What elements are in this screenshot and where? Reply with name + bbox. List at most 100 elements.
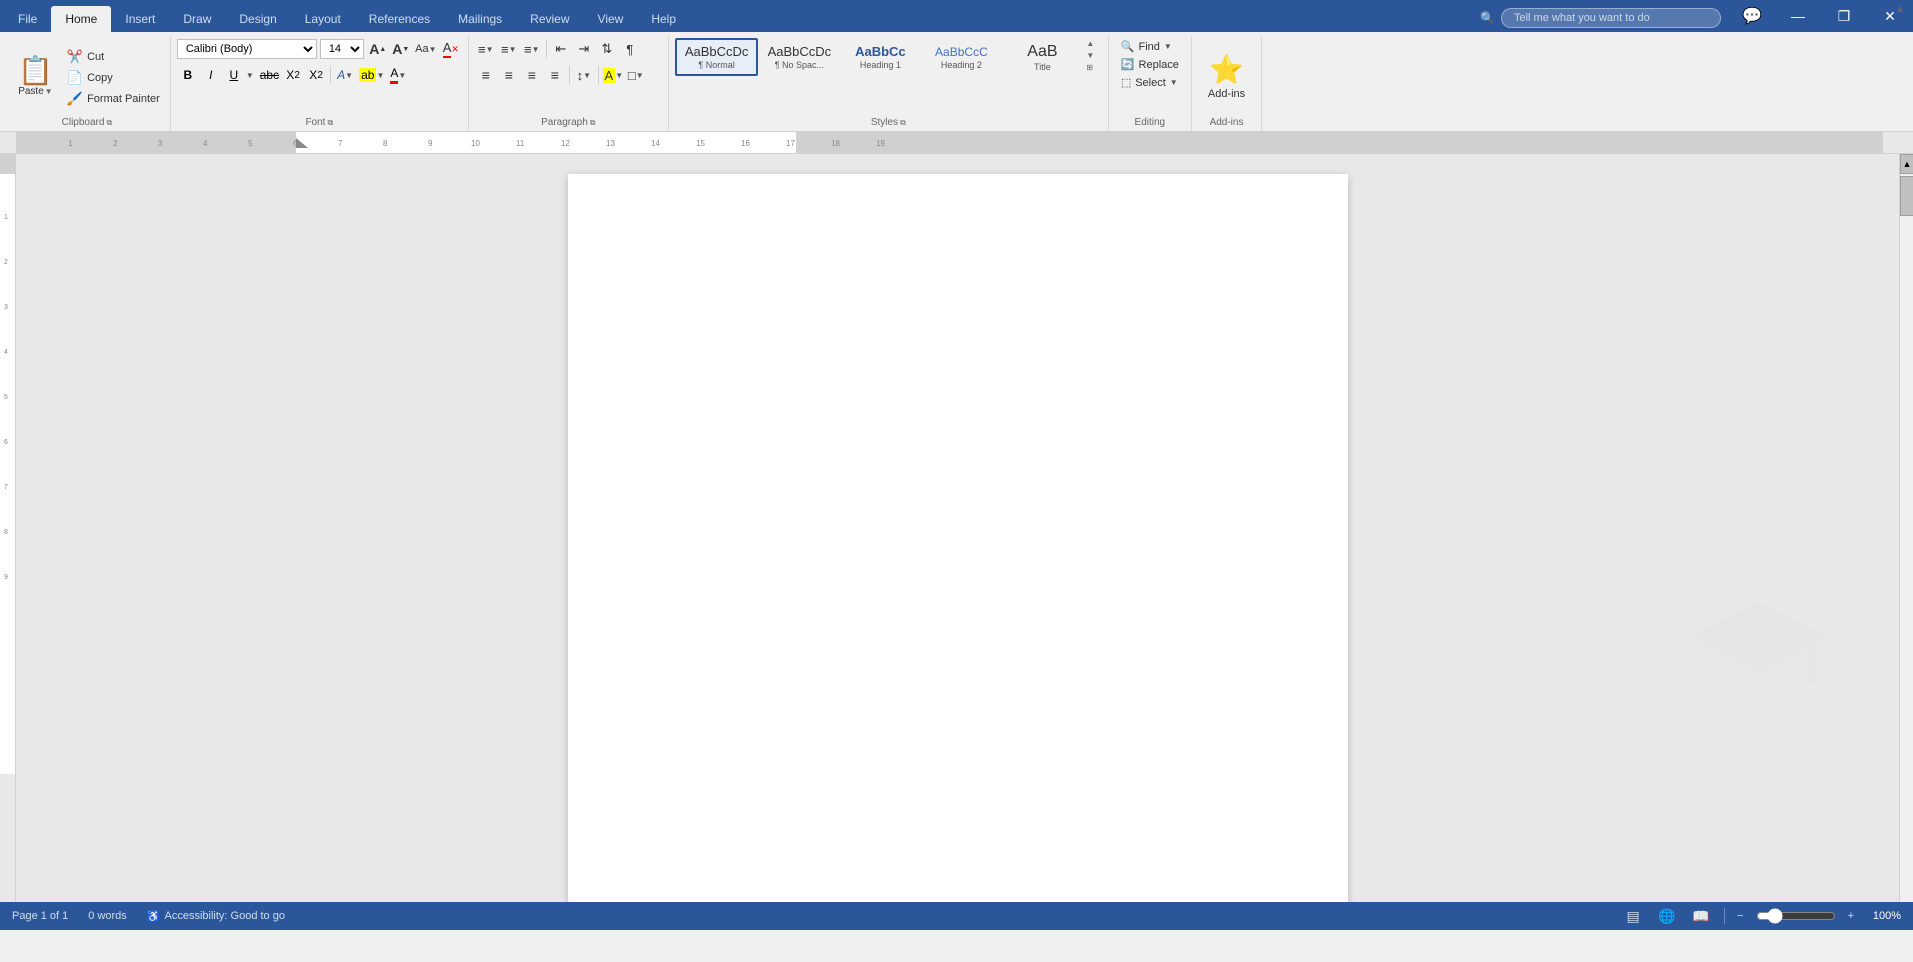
tab-home[interactable]: Home (51, 6, 111, 33)
svg-text:3: 3 (158, 139, 163, 148)
style-no-spacing[interactable]: AaBbCcDc ¶ No Spac... (759, 40, 839, 74)
styles-scroll-down[interactable]: ▼ (1084, 50, 1096, 61)
grow-font-button[interactable]: A▲ (367, 38, 389, 60)
paste-button[interactable]: 📋 Paste ▼ (10, 53, 61, 101)
style-normal[interactable]: AaBbCcDc ¶ Normal (675, 38, 759, 76)
minimize-button[interactable]: — (1775, 0, 1821, 32)
tab-layout[interactable]: Layout (291, 6, 355, 33)
document-area[interactable]: P (16, 154, 1899, 902)
search-icon: 🔍 (1480, 11, 1495, 25)
tab-view[interactable]: View (584, 6, 638, 33)
line-spacing-button[interactable]: ↕▼ (573, 64, 595, 86)
tab-review[interactable]: Review (516, 6, 583, 33)
justify-button[interactable]: ≡ (544, 64, 566, 86)
zoom-out-icon[interactable]: − (1737, 910, 1743, 922)
underline-button[interactable]: U (223, 64, 245, 86)
svg-text:3: 3 (4, 304, 8, 311)
cut-icon: ✂️ (67, 49, 83, 65)
underline-dropdown[interactable]: ▼ (246, 71, 254, 80)
svg-text:5: 5 (248, 139, 253, 148)
scroll-up-button[interactable]: ▲ (1900, 154, 1913, 174)
shrink-font-button[interactable]: A▼ (390, 38, 412, 60)
styles-expand-icon[interactable]: ⧉ (900, 118, 906, 128)
accessibility-icon: ♿ (147, 910, 161, 923)
show-marks-button[interactable]: ¶ (619, 38, 641, 60)
align-right-button[interactable]: ≡ (521, 64, 543, 86)
bold-button[interactable]: B (177, 64, 199, 86)
sort-button[interactable]: ⇅ (596, 38, 618, 60)
subscript-button[interactable]: X2 (282, 64, 304, 86)
status-divider (1724, 908, 1725, 924)
ruler-left-margin (0, 132, 16, 153)
decrease-indent-button[interactable]: ⇤ (550, 38, 572, 60)
highlight-button[interactable]: ab▼ (357, 64, 386, 86)
ruler-svg: 1 2 3 4 5 6 7 8 9 10 11 12 13 14 15 16 1… (16, 132, 1883, 153)
document-page[interactable] (568, 174, 1348, 902)
bullets-button[interactable]: ≡▼ (475, 38, 497, 60)
styles-scroll-up[interactable]: ▲ (1084, 38, 1096, 49)
find-button[interactable]: 🔍 Find ▼ (1115, 38, 1178, 55)
borders-button[interactable]: □▼ (625, 64, 647, 86)
multilevel-list-button[interactable]: ≡▼ (521, 38, 543, 60)
zoom-in-icon[interactable]: + (1848, 910, 1854, 922)
styles-group: AaBbCcDc ¶ Normal AaBbCcDc ¶ No Spac... … (669, 36, 1109, 131)
italic-button[interactable]: I (200, 64, 222, 86)
shading-button[interactable]: A▼ (602, 64, 624, 86)
tab-help[interactable]: Help (637, 6, 690, 33)
svg-text:P: P (1659, 654, 1739, 788)
font-color-button[interactable]: A▼ (387, 64, 409, 86)
clipboard-group-content: 📋 Paste ▼ ✂️ Cut 📄 Copy 🖌️ Format Painte (10, 36, 164, 115)
numbering-button[interactable]: ≡▼ (498, 38, 520, 60)
close-button[interactable]: ✕ (1867, 0, 1913, 32)
divider (330, 66, 331, 84)
restore-button[interactable]: ❐ (1821, 0, 1867, 32)
tab-file[interactable]: File (4, 6, 51, 33)
increase-indent-button[interactable]: ⇥ (573, 38, 595, 60)
text-effects-button[interactable]: A▼ (334, 64, 356, 86)
style-title[interactable]: AaB Title (1002, 39, 1082, 76)
format-painter-button[interactable]: 🖌️ Format Painter (63, 89, 164, 109)
tab-draw[interactable]: Draw (169, 6, 225, 33)
accessibility-status: ♿ Accessibility: Good to go (147, 910, 285, 923)
paste-dropdown-icon: ▼ (45, 87, 53, 96)
style-heading2[interactable]: AaBbCcC Heading 2 (921, 41, 1001, 74)
align-center-button[interactable]: ≡ (498, 64, 520, 86)
styles-group-label: Styles ⧉ (675, 115, 1102, 131)
comment-button[interactable]: 💬 (1729, 0, 1775, 32)
addins-button[interactable]: ⭐ Add-ins (1198, 53, 1255, 100)
ruler-main[interactable]: 1 2 3 4 5 6 7 8 9 10 11 12 13 14 15 16 1… (16, 132, 1883, 153)
scroll-thumb[interactable] (1900, 176, 1913, 216)
view-print-layout[interactable]: ▤ (1622, 905, 1644, 927)
strikethrough-button[interactable]: abc (258, 64, 281, 86)
tab-mailings[interactable]: Mailings (444, 6, 516, 33)
paragraph-expand-icon[interactable]: ⧉ (590, 118, 596, 128)
replace-button[interactable]: 🔄 Replace (1115, 56, 1185, 73)
align-left-button[interactable]: ≡ (475, 64, 497, 86)
svg-text:19: 19 (876, 139, 885, 148)
tab-insert[interactable]: Insert (111, 6, 169, 33)
cut-button[interactable]: ✂️ Cut (63, 47, 164, 67)
font-name-select[interactable]: Calibri (Body) (177, 39, 317, 59)
style-heading1[interactable]: AaBbCc Heading 1 (840, 40, 920, 74)
editing-group-content: 🔍 Find ▼ 🔄 Replace ⬚ Select ▼ (1115, 36, 1185, 115)
zoom-slider[interactable] (1756, 908, 1836, 924)
view-read-mode[interactable]: 📖 (1690, 905, 1712, 927)
ribbon-search-input[interactable] (1501, 8, 1721, 28)
tab-design[interactable]: Design (225, 6, 290, 33)
ribbon-collapse-button[interactable]: ▲ (1895, 4, 1905, 15)
view-web-layout[interactable]: 🌐 (1656, 905, 1678, 927)
ribbon-tabs-bar: File Home Insert Draw Design Layout Refe… (0, 0, 1913, 32)
select-button[interactable]: ⬚ Select ▼ (1115, 74, 1184, 91)
font-size-select[interactable]: 14 (320, 39, 364, 59)
font-expand-icon[interactable]: ⧉ (327, 118, 333, 128)
vertical-scrollbar[interactable]: ▲ (1899, 154, 1913, 902)
change-case-button[interactable]: Aa▼ (415, 38, 437, 60)
superscript-button[interactable]: X2 (305, 64, 327, 86)
tab-references[interactable]: References (355, 6, 444, 33)
styles-more[interactable]: ⊞ (1084, 62, 1096, 73)
clear-format-button[interactable]: A✕ (440, 38, 462, 60)
vertical-ruler-svg: 1 2 3 4 5 6 7 8 9 (0, 154, 16, 854)
svg-text:1: 1 (4, 214, 8, 221)
copy-button[interactable]: 📄 Copy (63, 68, 164, 88)
clipboard-expand-icon[interactable]: ⧉ (106, 118, 112, 128)
